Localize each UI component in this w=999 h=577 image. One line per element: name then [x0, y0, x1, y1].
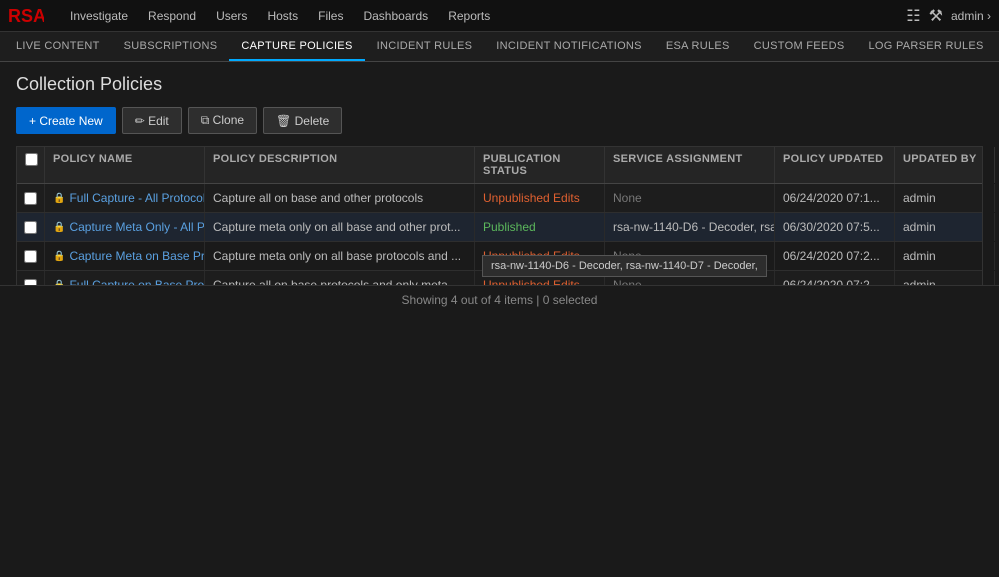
- table-row: 🔒 Full Capture - All Protocols Capture a…: [17, 184, 982, 213]
- tab-incident-rules[interactable]: Incident Rules: [365, 33, 485, 61]
- edit-button[interactable]: ✏ Edit: [122, 107, 182, 134]
- row1-policy-updated: 06/24/2020 07:1...: [775, 184, 895, 212]
- nav-users[interactable]: Users: [206, 0, 257, 32]
- page-content-area: Collection Policies + Create New ✏ Edit …: [0, 62, 999, 313]
- tab-custom-feeds[interactable]: Custom Feeds: [742, 33, 857, 61]
- col-header-policy-created: Policy Created: [995, 147, 999, 183]
- row2-checkbox-cell: [17, 213, 45, 241]
- col-header-publication-status: Publication Status: [475, 147, 605, 183]
- row3-policy-name: 🔒 Capture Meta on Base Protocols,...: [45, 242, 205, 270]
- row3-updated-by: admin: [895, 242, 995, 270]
- footer-text: Showing 4 out of 4 items | 0 selected: [402, 293, 598, 307]
- col-header-policy-description: Policy Description: [205, 147, 475, 183]
- row1-checkbox-cell: [17, 184, 45, 212]
- toolbar: + Create New ✏ Edit ⧉ Clone 🗑 Delete: [16, 107, 983, 134]
- row1-service-assignment: None: [605, 184, 775, 212]
- row1-publication-status: Unpublished Edits: [475, 184, 605, 212]
- row2-publication-status: Published: [475, 213, 605, 241]
- table-header: Policy Name Policy Description Publicati…: [17, 147, 982, 184]
- svg-text:RSA: RSA: [8, 6, 44, 26]
- row3-policy-name-link[interactable]: Capture Meta on Base Protocols,...: [69, 249, 205, 263]
- tab-incident-notifications[interactable]: Incident Notifications: [484, 33, 654, 61]
- tab-capture-policies[interactable]: Capture Policies: [229, 33, 364, 61]
- row1-policy-name: 🔒 Full Capture - All Protocols: [45, 184, 205, 212]
- row1-policy-description: Capture all on base and other protocols: [205, 184, 475, 212]
- row2-policy-name: 🔒 Capture Meta Only - All Protocols: [45, 213, 205, 241]
- lock-icon: 🔒: [53, 251, 65, 262]
- nav-reports[interactable]: Reports: [438, 0, 500, 32]
- lock-icon: 🔒: [53, 193, 65, 204]
- row2-policy-name-link[interactable]: Capture Meta Only - All Protocols: [69, 220, 205, 234]
- tab-esa-rules[interactable]: ESA Rules: [654, 33, 742, 61]
- row1-policy-name-link[interactable]: Full Capture - All Protocols: [69, 191, 205, 205]
- row1-policy-created: 06/23/2020 04:2...: [995, 184, 999, 212]
- top-navigation: RSA Investigate Respond Users Hosts File…: [0, 0, 999, 32]
- row3-checkbox-cell: [17, 242, 45, 270]
- footer-bar: Showing 4 out of 4 items | 0 selected: [0, 285, 999, 313]
- row1-updated-by: admin: [895, 184, 995, 212]
- row2-service-assignment[interactable]: rsa-nw-1140-D6 - Decoder, rsa-nw-...: [605, 213, 775, 241]
- table-row: 🔒 Capture Meta Only - All Protocols Capt…: [17, 213, 982, 242]
- col-header-check: [17, 147, 45, 183]
- col-header-policy-updated: Policy Updated: [775, 147, 895, 183]
- rsa-logo: RSA: [8, 6, 44, 26]
- select-all-checkbox[interactable]: [25, 153, 38, 166]
- col-header-policy-name: Policy Name: [45, 147, 205, 183]
- nav-respond[interactable]: Respond: [138, 0, 206, 32]
- create-new-button[interactable]: + Create New: [16, 107, 116, 134]
- delete-button[interactable]: 🗑 Delete: [263, 107, 342, 134]
- tab-subscriptions[interactable]: Subscriptions: [112, 33, 230, 61]
- row2-policy-created: 06/23/2020 04:2...: [995, 213, 999, 241]
- policies-table: Policy Name Policy Description Publicati…: [16, 146, 983, 301]
- nav-hosts[interactable]: Hosts: [257, 0, 308, 32]
- lock-icon: 🔒: [53, 222, 65, 233]
- row3-publication-status: Unpublished Edits: [475, 242, 605, 270]
- row2-updated-by: admin: [895, 213, 995, 241]
- page-title: Collection Policies: [16, 74, 983, 95]
- notifications-icon[interactable]: ☷: [906, 6, 920, 26]
- row2-checkbox[interactable]: [24, 221, 37, 234]
- tab-log-parser-rules[interactable]: Log Parser Rules: [856, 33, 995, 61]
- col-header-updated-by: Updated By: [895, 147, 995, 183]
- nav-files[interactable]: Files: [308, 0, 353, 32]
- settings-icon[interactable]: ⚒: [929, 6, 943, 26]
- row2-policy-description: Capture meta only on all base and other …: [205, 213, 475, 241]
- row3-policy-updated: 06/24/2020 07:2...: [775, 242, 895, 270]
- tab-live-content[interactable]: Live Content: [4, 33, 112, 61]
- row3-policy-description: Capture meta only on all base protocols …: [205, 242, 475, 270]
- tab-bar: Live Content Subscriptions Capture Polic…: [0, 32, 999, 62]
- top-right-icons: ☷ ⚒: [906, 6, 943, 26]
- row2-policy-updated: 06/30/2020 07:5...: [775, 213, 895, 241]
- row3-checkbox[interactable]: [24, 250, 37, 263]
- row3-policy-created: 06/23/2020 04:2...: [995, 242, 999, 270]
- col-header-service-assignment: Service Assignment: [605, 147, 775, 183]
- clone-button[interactable]: ⧉ Clone: [188, 107, 257, 134]
- row3-service-assignment: None: [605, 242, 775, 270]
- main-content: Collection Policies + Create New ✏ Edit …: [0, 62, 999, 313]
- nav-dashboards[interactable]: Dashboards: [353, 0, 438, 32]
- nav-investigate[interactable]: Investigate: [60, 0, 138, 32]
- admin-menu[interactable]: admin ›: [951, 9, 991, 23]
- row1-checkbox[interactable]: [24, 192, 37, 205]
- table-row: 🔒 Capture Meta on Base Protocols,... Cap…: [17, 242, 982, 271]
